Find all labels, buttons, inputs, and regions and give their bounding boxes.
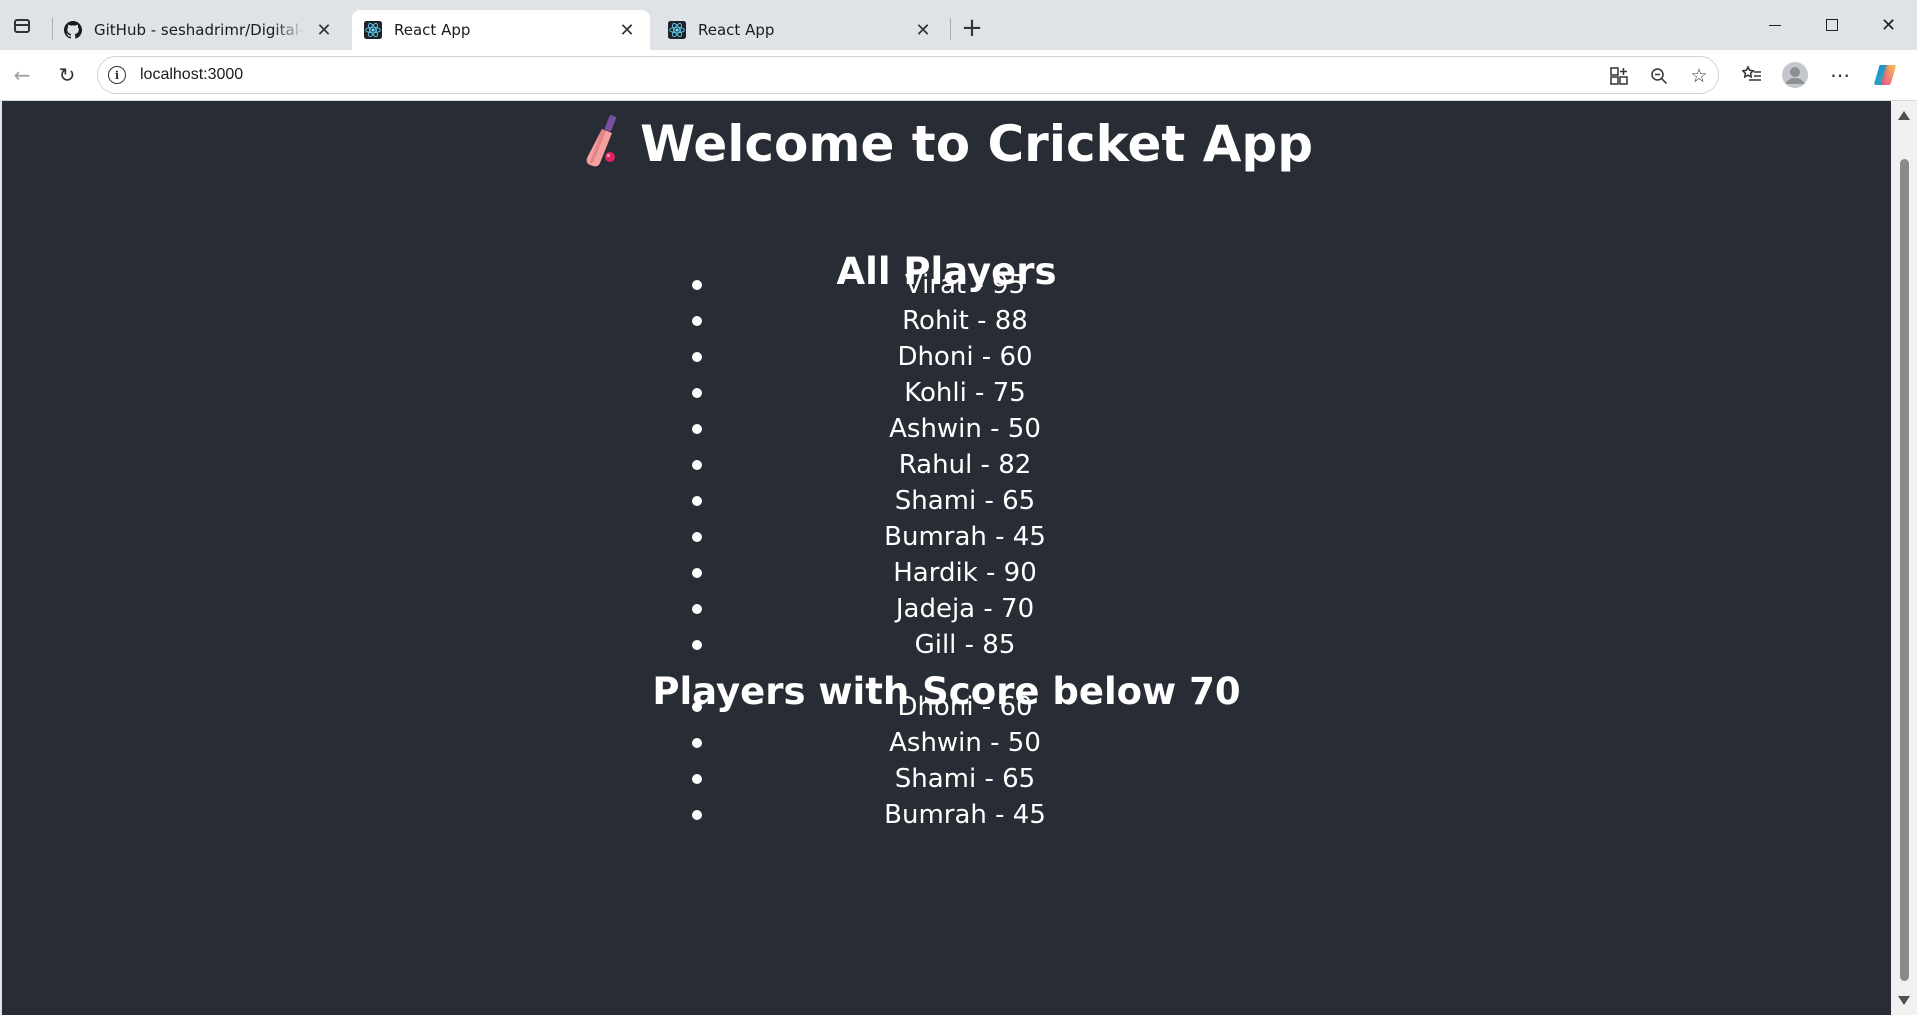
tab-title: React App <box>394 21 471 39</box>
player-list-item: Jadeja - 70 <box>692 591 1228 627</box>
tab-actions-menu-button[interactable] <box>8 12 36 40</box>
new-tab-button[interactable]: + <box>958 13 986 43</box>
maximize-button[interactable] <box>1803 0 1860 50</box>
tab-react-app[interactable]: React App ✕ <box>656 10 946 50</box>
tab-actions-icon <box>14 19 30 33</box>
below-70-players-list: Dhoni - 60 Ashwin - 50 Shami - 65 Bumrah - … <box>692 689 1228 833</box>
settings-and-more-button[interactable]: ⋯ <box>1823 58 1857 92</box>
page-title: Welcome to Cricket App <box>2 109 1891 185</box>
back-button[interactable]: ← <box>5 58 39 92</box>
player-list-item: Ashwin - 50 <box>692 725 1228 761</box>
more-icon: ⋯ <box>1830 63 1850 87</box>
avatar <box>1782 62 1808 88</box>
github-icon <box>64 21 82 39</box>
app-grid-icon <box>1610 67 1628 85</box>
page-viewport: Welcome to Cricket App All Players Virat… <box>2 101 1891 1015</box>
refresh-icon: ↻ <box>58 63 76 87</box>
tab-strip: GitHub - seshadrimr/Digital-Nurture ✕ Re… <box>0 0 1917 50</box>
tab-title: GitHub - seshadrimr/Digital-Nurture <box>94 21 305 39</box>
favorites-button[interactable] <box>1735 58 1769 92</box>
navigation-toolbar: ← ↻ i localhost:3000 ☆ ⋯ <box>0 50 1917 101</box>
favorites-list-icon <box>1742 65 1761 81</box>
player-list-item: Virat - 95 <box>692 267 1228 303</box>
back-arrow-icon: ← <box>13 63 31 87</box>
star-icon: ☆ <box>1690 65 1708 87</box>
close-icon[interactable]: ✕ <box>313 19 335 41</box>
site-info-icon[interactable]: i <box>108 66 126 84</box>
url-text[interactable]: localhost:3000 <box>140 66 243 84</box>
all-players-list: Virat - 95 Rohit - 88 Dhoni - 60 Kohli - 75… <box>692 267 1228 663</box>
vertical-scrollbar[interactable] <box>1891 101 1917 1015</box>
close-icon: ✕ <box>1880 14 1897 36</box>
react-icon <box>364 21 382 39</box>
player-list-item: Bumrah - 45 <box>692 797 1228 833</box>
player-list-item: Rohit - 88 <box>692 303 1228 339</box>
scrollbar-thumb[interactable] <box>1900 159 1909 981</box>
cricket-bat-icon <box>580 115 622 185</box>
app-available-button[interactable] <box>1602 59 1636 93</box>
player-list-item: Ashwin - 50 <box>692 411 1228 447</box>
player-list-item: Kohli - 75 <box>692 375 1228 411</box>
close-window-button[interactable]: ✕ <box>1860 0 1917 50</box>
zoom-button[interactable] <box>1642 59 1676 93</box>
player-list-item: Gill - 85 <box>692 627 1228 663</box>
page-title-text: Welcome to Cricket App <box>639 115 1314 173</box>
tab-separator <box>950 18 951 40</box>
tab-github[interactable]: GitHub - seshadrimr/Digital-Nurture ✕ <box>52 10 347 50</box>
player-list-item: Dhoni - 60 <box>692 689 1228 725</box>
window-controls: ✕ <box>1746 0 1917 50</box>
address-bar[interactable]: i localhost:3000 ☆ <box>97 56 1719 94</box>
refresh-button[interactable]: ↻ <box>50 58 84 92</box>
copilot-icon <box>1874 65 1896 85</box>
scroll-up-arrow-icon[interactable] <box>1898 111 1910 120</box>
react-icon <box>668 21 686 39</box>
player-list-item: Dhoni - 60 <box>692 339 1228 375</box>
scroll-down-arrow-icon[interactable] <box>1898 996 1910 1005</box>
player-list-item: Bumrah - 45 <box>692 519 1228 555</box>
minimize-button[interactable] <box>1746 0 1803 50</box>
profile-button[interactable] <box>1778 58 1812 92</box>
copilot-button[interactable] <box>1868 58 1902 92</box>
maximize-icon <box>1825 19 1838 31</box>
close-icon[interactable]: ✕ <box>912 19 934 41</box>
player-list-item: Shami - 65 <box>692 483 1228 519</box>
favorite-button[interactable]: ☆ <box>1682 59 1716 93</box>
plus-icon: + <box>961 13 983 43</box>
minimize-icon <box>1768 24 1781 26</box>
zoom-out-icon <box>1651 68 1668 85</box>
player-list-item: Shami - 65 <box>692 761 1228 797</box>
close-icon[interactable]: ✕ <box>616 19 638 41</box>
player-list-item: Rahul - 82 <box>692 447 1228 483</box>
tab-title: React App <box>698 21 775 39</box>
player-list-item: Hardik - 90 <box>692 555 1228 591</box>
tab-react-app-active[interactable]: React App ✕ <box>352 10 650 50</box>
